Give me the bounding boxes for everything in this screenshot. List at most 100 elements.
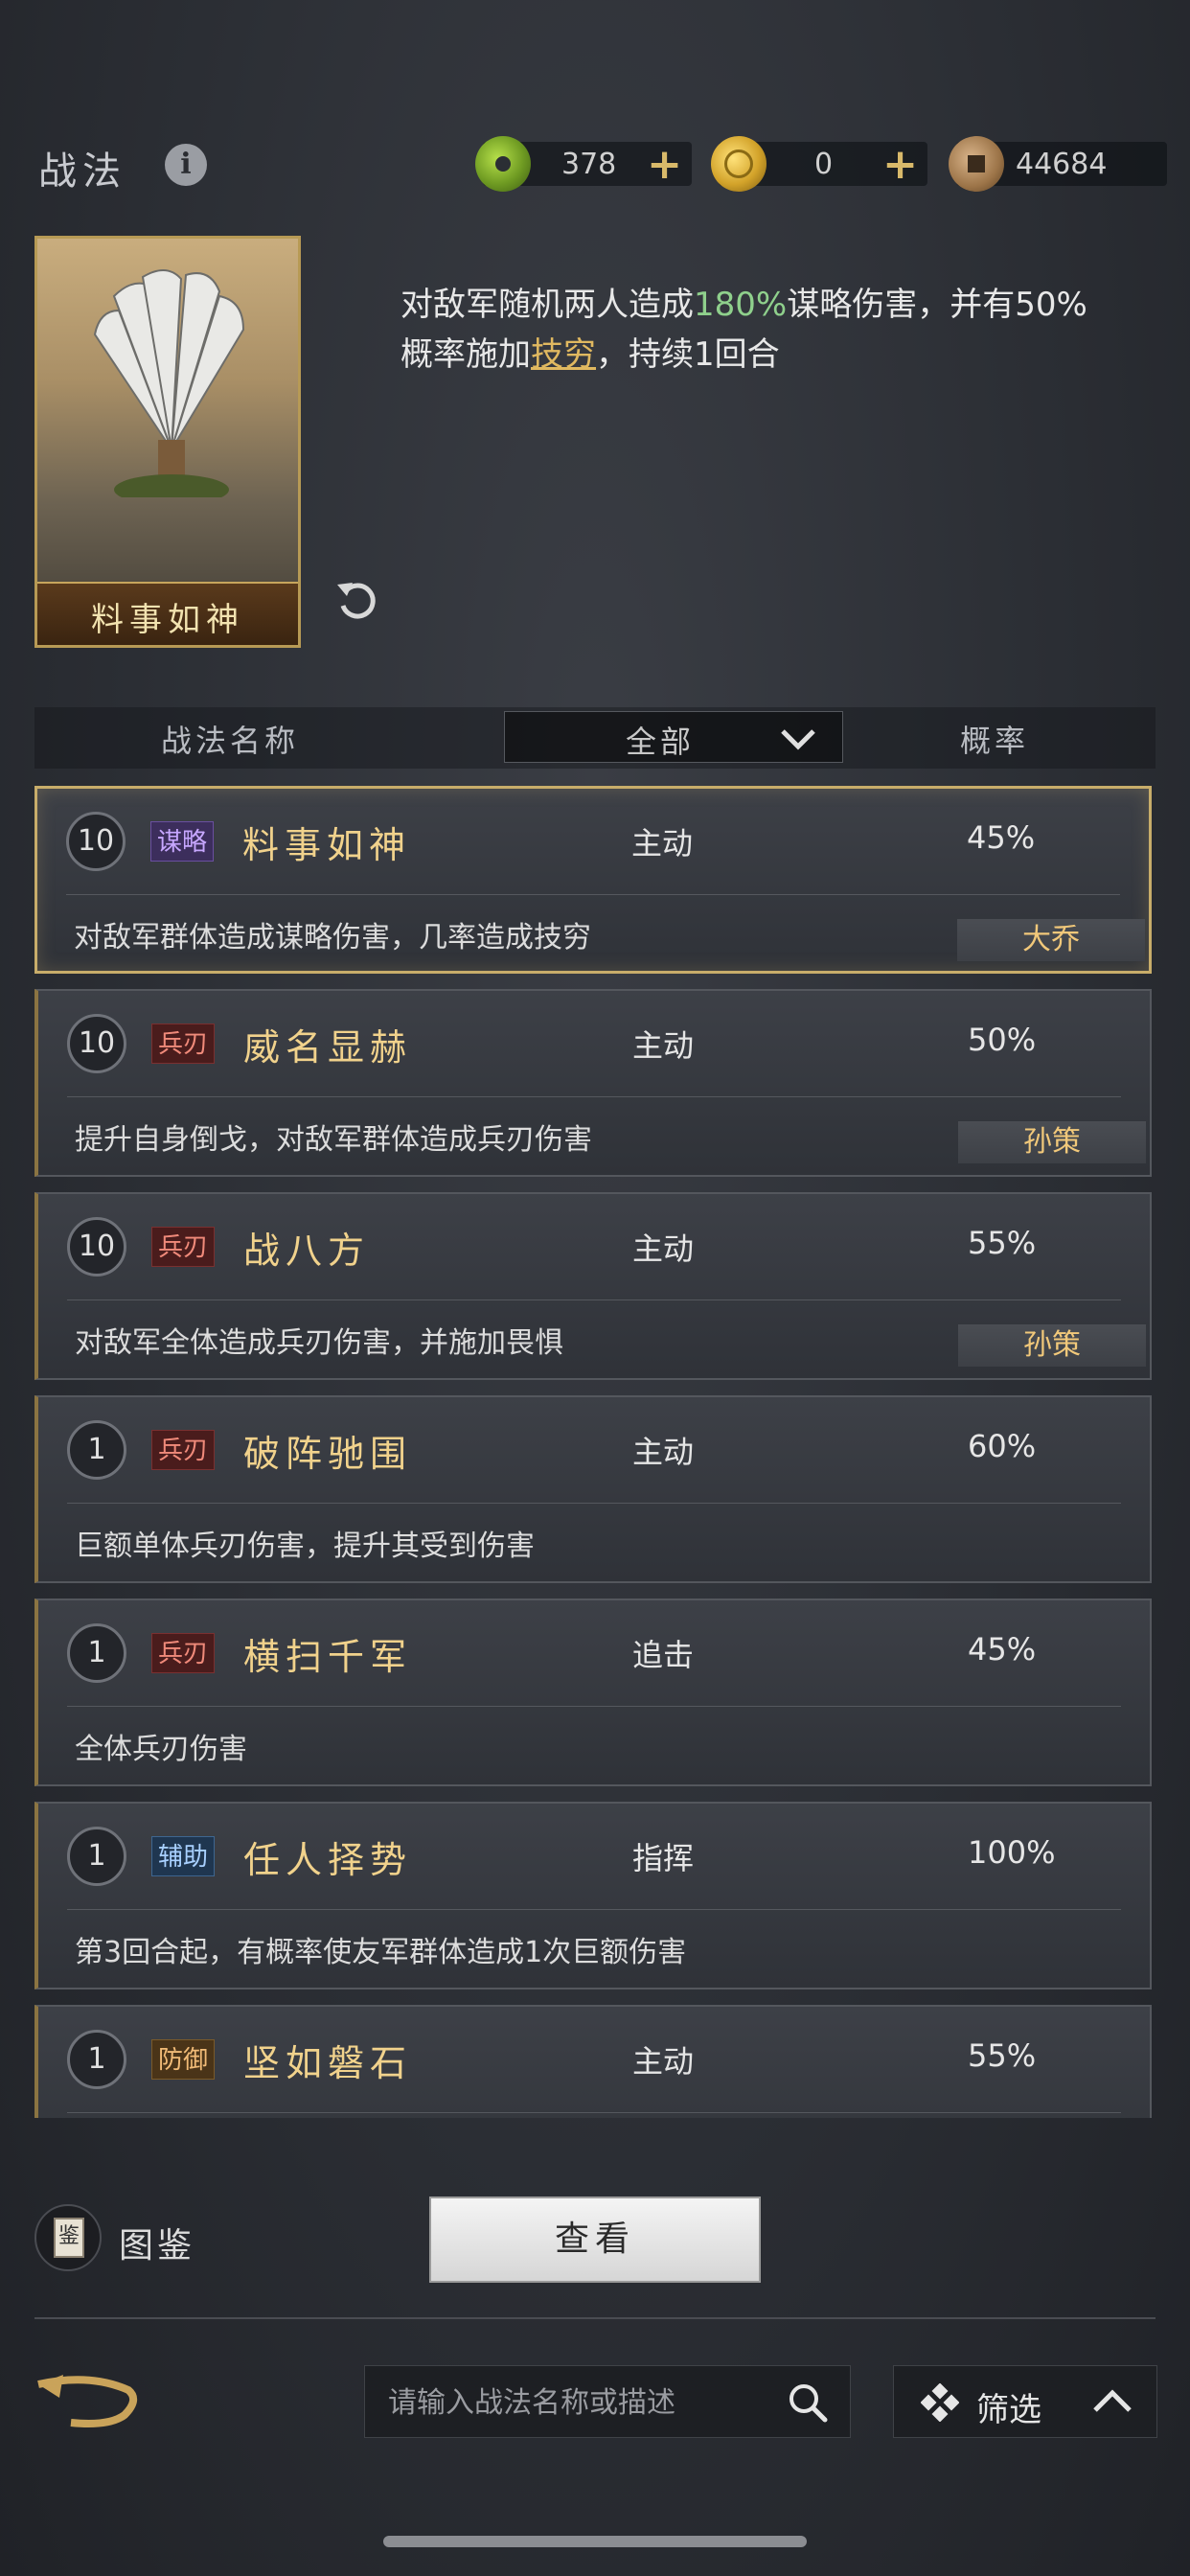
- skill-summary: 对敌军群体造成谋略伤害，几率造成技穷: [74, 921, 591, 954]
- column-name-header: 战法名称: [161, 723, 300, 759]
- chevron-down-icon: [781, 729, 815, 750]
- search-input[interactable]: [386, 2380, 773, 2426]
- chevron-up-icon: [1093, 2389, 1132, 2412]
- add-jade-button[interactable]: +: [647, 140, 682, 189]
- skill-row[interactable]: 1 防御 坚如磐石 主动 55%: [34, 2005, 1152, 2118]
- desc-status-link[interactable]: 技穷: [531, 335, 596, 374]
- skill-type: 主动: [632, 1230, 695, 1267]
- skill-category-tag: 兵刃: [151, 1633, 216, 1673]
- skill-category-tag: 兵刃: [151, 1227, 216, 1267]
- skill-rate: 100%: [968, 1834, 1056, 1871]
- skill-row[interactable]: 1 兵刃 破阵驰围 主动 60% 巨额单体兵刃伤害，提升其受到伤害: [34, 1395, 1152, 1583]
- skill-rate: 55%: [968, 2037, 1037, 2074]
- type-filter-dropdown[interactable]: 全部: [504, 711, 843, 763]
- skill-category-tag: 辅助: [151, 1836, 216, 1876]
- divider-line: [34, 2317, 1156, 2319]
- card-name: 料事如神: [91, 601, 244, 639]
- skill-name: 破阵驰围: [243, 1433, 413, 1475]
- skill-category-tag: 谋略: [150, 821, 215, 862]
- skill-category-tag: 兵刃: [151, 1024, 216, 1064]
- skill-summary: 全体兵刃伤害: [75, 1733, 247, 1766]
- skill-summary: 对敌军全体造成兵刃伤害，并施加畏惧: [75, 1326, 563, 1360]
- filter-diamond-icon: [921, 2383, 959, 2422]
- info-icon[interactable]: i: [165, 144, 207, 186]
- currency-copper: 44684: [949, 136, 1167, 192]
- currency-copper-value: 44684: [1016, 148, 1108, 181]
- gold-coin-icon: [711, 136, 767, 192]
- skill-rate: 55%: [968, 1225, 1037, 1261]
- codex-icon[interactable]: 鉴: [34, 2204, 102, 2271]
- skill-rate: 45%: [968, 1631, 1037, 1668]
- desc-text-3: ，持续1回合: [596, 335, 780, 374]
- feather-fan-image: [93, 269, 245, 497]
- view-button[interactable]: 查看: [429, 2196, 761, 2283]
- row-divider: [66, 894, 1120, 895]
- skill-category-tag: 防御: [151, 2039, 216, 2080]
- skill-name: 战八方: [243, 1230, 371, 1272]
- skill-type: 主动: [632, 2043, 695, 2080]
- skill-owner-badge: 孙策: [958, 1121, 1146, 1163]
- skill-level: 1: [67, 2030, 126, 2089]
- search-icon[interactable]: [785, 2380, 831, 2426]
- filter-value: 全部: [626, 724, 696, 760]
- back-arrow-icon[interactable]: [33, 2371, 142, 2428]
- skill-list[interactable]: 10 谋略 料事如神 主动 45% 对敌军群体造成谋略伤害，几率造成技穷 大乔 …: [34, 786, 1156, 2118]
- skill-rate: 60%: [968, 1428, 1037, 1464]
- currency-gold: 0 +: [711, 136, 927, 192]
- skill-name: 料事如神: [242, 824, 412, 866]
- row-divider: [67, 2112, 1121, 2113]
- skill-row[interactable]: 10 兵刃 威名显赫 主动 50% 提升自身倒戈，对敌军群体造成兵刃伤害 孙策: [34, 989, 1152, 1177]
- skill-type: 指挥: [632, 1840, 695, 1876]
- skill-summary: 提升自身倒戈，对敌军群体造成兵刃伤害: [75, 1123, 592, 1157]
- page-title: 战法: [38, 150, 126, 194]
- skill-type: 主动: [631, 825, 694, 862]
- skill-level: 1: [67, 1420, 126, 1480]
- skill-rate: 50%: [968, 1022, 1037, 1058]
- desc-damage-rate: 180%: [694, 286, 788, 324]
- filter-label: 筛选: [976, 2391, 1041, 2429]
- skill-summary: 巨额单体兵刃伤害，提升其受到伤害: [75, 1530, 535, 1563]
- card-name-bar: 料事如神: [37, 582, 298, 645]
- refresh-icon[interactable]: [332, 573, 385, 627]
- currency-jade-value: 378: [561, 148, 617, 181]
- skill-type: 追击: [632, 1637, 695, 1673]
- search-box[interactable]: [364, 2365, 851, 2438]
- skill-name: 威名显赫: [243, 1026, 413, 1069]
- skill-type: 主动: [632, 1027, 695, 1064]
- skill-row[interactable]: 10 兵刃 战八方 主动 55% 对敌军全体造成兵刃伤害，并施加畏惧 孙策: [34, 1192, 1152, 1380]
- filter-button[interactable]: 筛选: [893, 2365, 1157, 2438]
- codex-glyph: 鉴: [54, 2218, 84, 2258]
- skill-row[interactable]: 1 辅助 任人择势 指挥 100% 第3回合起，有概率使友军群体造成1次巨额伤害: [34, 1802, 1152, 1990]
- list-header: 战法名称 全部 概率: [34, 707, 1156, 769]
- skill-row[interactable]: 10 谋略 料事如神 主动 45% 对敌军群体造成谋略伤害，几率造成技穷 大乔: [34, 786, 1152, 974]
- row-divider: [67, 1503, 1121, 1504]
- row-divider: [67, 1706, 1121, 1707]
- skill-description: 对敌军随机两人造成180%谋略伤害，并有50%概率施加技穷，持续1回合: [400, 280, 1090, 380]
- codex-label[interactable]: 图鉴: [119, 2218, 195, 2267]
- skill-level: 1: [67, 1827, 126, 1886]
- row-divider: [67, 1096, 1121, 1097]
- skill-name: 坚如磐石: [243, 2042, 413, 2084]
- jade-coin-icon: [475, 136, 531, 192]
- skill-level: 10: [66, 812, 126, 871]
- skill-name: 横扫千军: [243, 1636, 413, 1678]
- desc-text-1: 对敌军随机两人造成: [400, 286, 694, 324]
- skill-level: 1: [67, 1623, 126, 1683]
- skill-level: 10: [67, 1014, 126, 1073]
- skill-type: 主动: [632, 1434, 695, 1470]
- skill-level: 10: [67, 1217, 126, 1276]
- skill-summary: 第3回合起，有概率使友军群体造成1次巨额伤害: [75, 1936, 687, 1969]
- copper-coin-icon: [949, 136, 1004, 192]
- skill-owner-badge: 大乔: [957, 919, 1145, 961]
- skill-category-tag: 兵刃: [151, 1430, 216, 1470]
- skill-card[interactable]: 料事如神: [34, 236, 301, 648]
- skill-row[interactable]: 1 兵刃 横扫千军 追击 45% 全体兵刃伤害: [34, 1598, 1152, 1786]
- home-indicator: [383, 2536, 807, 2547]
- skill-name: 任人择势: [243, 1839, 413, 1881]
- skill-rate: 45%: [967, 819, 1036, 856]
- skill-owner-badge: 孙策: [958, 1324, 1146, 1367]
- row-divider: [67, 1909, 1121, 1910]
- currency-gold-value: 0: [814, 148, 834, 181]
- add-gold-button[interactable]: +: [882, 140, 918, 189]
- top-bar: 战法 i 378 + 0 + 44684: [0, 134, 1190, 199]
